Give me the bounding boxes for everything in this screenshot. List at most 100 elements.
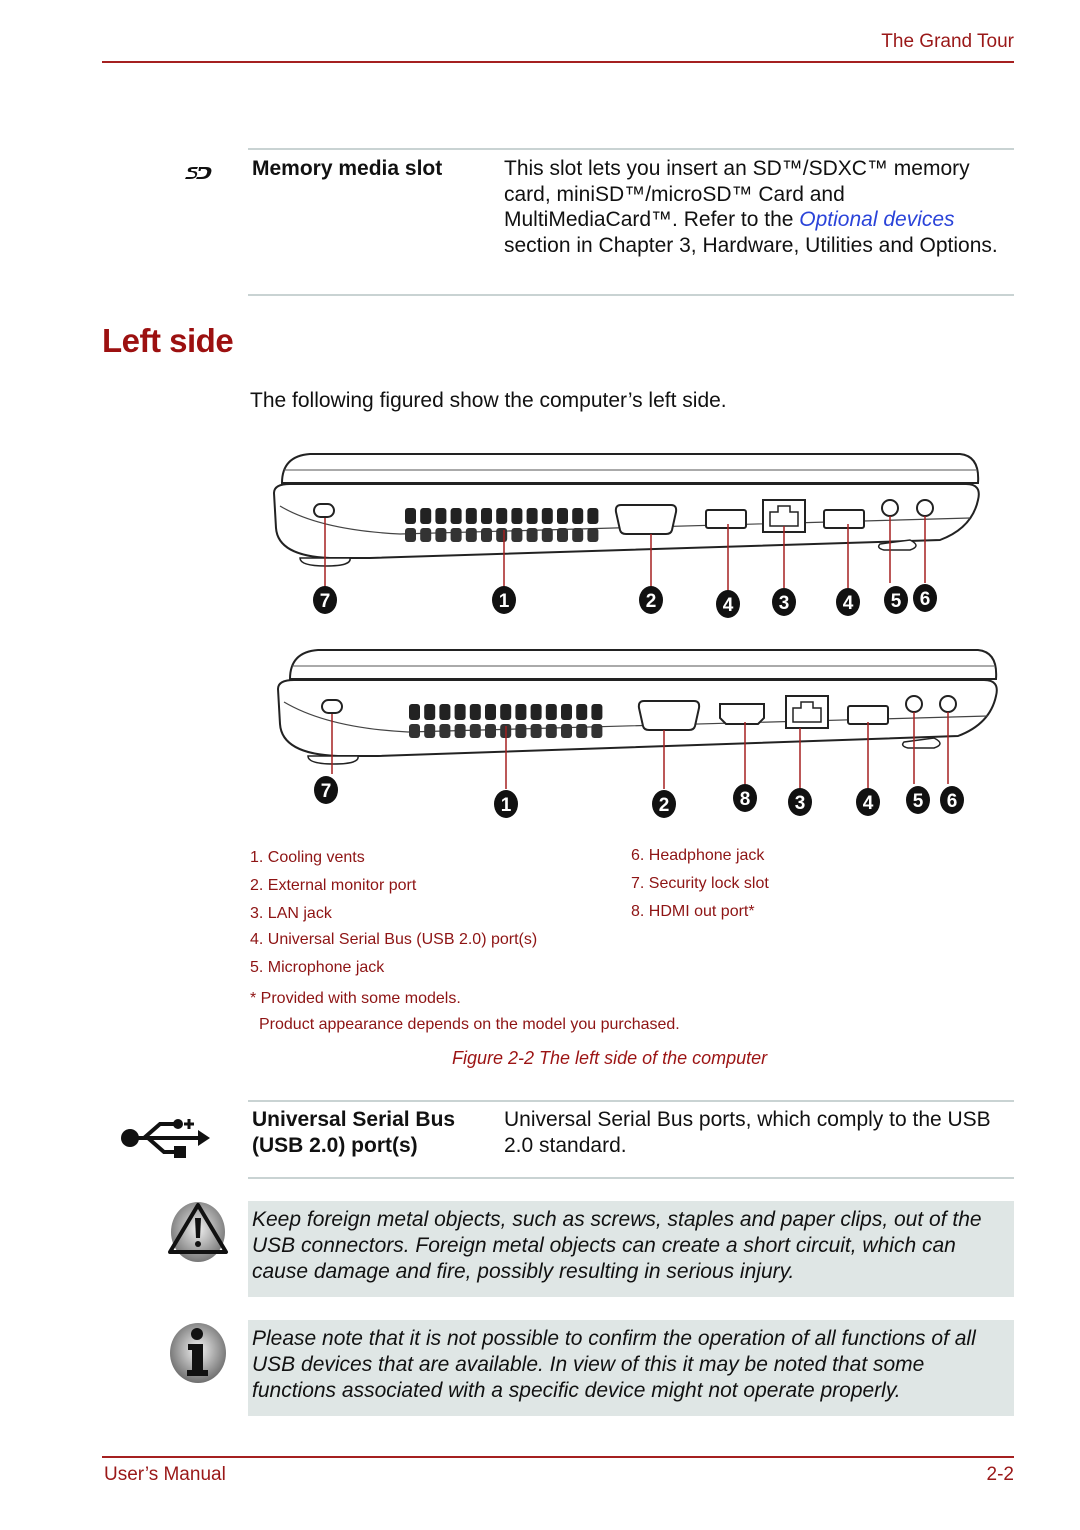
callout-2: 2	[652, 790, 676, 818]
page-number: 2-2	[986, 1464, 1014, 1485]
vent-slot	[511, 528, 523, 542]
laptop-left-side-view-2	[276, 649, 998, 789]
vent-slot	[545, 724, 557, 738]
callout-5: 5	[906, 786, 930, 814]
vent-slot	[435, 528, 447, 542]
memory-slot-description: This slot lets you insert an SD™/SDXC™ m…	[504, 156, 1009, 258]
vent-slot	[530, 724, 542, 738]
vent-slot	[515, 724, 527, 738]
usb-term-line2: (USB 2.0) port(s)	[252, 1134, 418, 1157]
vent-slot	[496, 528, 508, 542]
vent-slot	[424, 724, 436, 738]
callout-number: 5	[913, 791, 924, 812]
callout-6: 6	[940, 786, 964, 814]
legend-item: 4. Universal Serial Bus (USB 2.0) port(s…	[250, 931, 538, 948]
legend-item: 3. LAN jack	[250, 905, 332, 922]
vent-slot	[576, 704, 588, 720]
callout-number: 2	[659, 795, 670, 816]
warning-icon	[166, 1200, 230, 1269]
section-heading: Left side	[102, 322, 234, 359]
callout-number: 3	[779, 593, 790, 614]
vent-slot	[420, 528, 432, 542]
figure-footnote: * Provided with some models.	[250, 990, 461, 1007]
callout-number: 7	[321, 781, 332, 802]
vent-slot	[526, 508, 538, 524]
info-icon	[166, 1322, 230, 1389]
usb-term-line1: Universal Serial Bus	[252, 1108, 456, 1131]
callout-number: 8	[740, 789, 751, 810]
running-header: The Grand Tour	[881, 31, 1014, 52]
vent-slot	[405, 508, 416, 524]
vent-slot	[511, 508, 523, 524]
callout-number: 1	[501, 795, 512, 816]
vent-slot	[561, 724, 572, 738]
vent-slot	[587, 528, 599, 542]
legend-item: 2. External monitor port	[250, 877, 417, 894]
callout-1: 1	[494, 790, 518, 818]
appearance-note: Product appearance depends on the model …	[259, 1016, 680, 1033]
vent-slot	[541, 528, 553, 542]
callout-1: 1	[492, 586, 516, 614]
info-box: Please note that it is not possible to c…	[248, 1320, 1014, 1416]
vent-slot	[572, 508, 584, 524]
vent-slot	[469, 724, 481, 738]
vent-slot	[500, 704, 512, 720]
header-rule	[102, 61, 1014, 63]
legend-item: 5. Microphone jack	[250, 959, 385, 976]
vent-slot	[496, 508, 508, 524]
vent-slot	[424, 704, 436, 720]
vent-slot	[591, 724, 603, 738]
vent-slot	[587, 508, 599, 524]
callout-number: 5	[891, 591, 902, 612]
footer-rule	[102, 1456, 1014, 1458]
callout-4: 4	[716, 590, 740, 618]
vent-slot	[465, 528, 477, 542]
legend-item: 8. HDMI out port*	[631, 903, 755, 920]
vent-slot	[481, 528, 492, 542]
callout-number: 4	[863, 793, 874, 814]
vent-slot	[450, 508, 462, 524]
table-rule-bottom	[248, 294, 1014, 296]
callout-number: 6	[947, 791, 958, 812]
vent-slot	[561, 704, 572, 720]
sd-card-icon	[182, 163, 214, 188]
callout-7: 7	[313, 586, 337, 614]
laptop-left-side-view-1	[272, 453, 980, 591]
callout-number: 4	[843, 593, 854, 614]
callout-number: 4	[723, 595, 734, 616]
vent-slot	[557, 528, 568, 542]
vent-slot	[576, 724, 588, 738]
callout-2: 2	[639, 586, 663, 614]
vent-slot	[469, 704, 481, 720]
legend-item: 6. Headphone jack	[631, 847, 765, 864]
memory-slot-term: Memory media slot	[252, 157, 443, 180]
callout-8: 8	[733, 784, 757, 812]
table-rule-bottom	[248, 1177, 1014, 1179]
legend-left: 1. Cooling vents 2. External monitor por…	[250, 848, 630, 978]
callout-number: 3	[795, 793, 806, 814]
callout-4: 4	[856, 788, 880, 816]
info-text: Please note that it is not possible to c…	[252, 1327, 976, 1402]
warning-text: Keep foreign metal objects, such as scre…	[252, 1208, 982, 1283]
vent-slot	[420, 508, 432, 524]
usb-term: Universal Serial Bus (USB 2.0) port(s)	[252, 1107, 455, 1159]
callout-4: 4	[836, 588, 860, 616]
vent-slot	[557, 508, 568, 524]
vent-slot	[450, 528, 462, 542]
figure-caption: Figure 2-2 The left side of the computer	[452, 1048, 768, 1068]
callout-number: 1	[499, 591, 510, 612]
vent-slot	[545, 704, 557, 720]
table-rule-top	[248, 1100, 1014, 1102]
footer-manual-title: User’s Manual	[104, 1464, 226, 1485]
optional-devices-link[interactable]: Optional devices	[799, 208, 954, 231]
legend-item: 7. Security lock slot	[631, 875, 769, 892]
vent-slot	[515, 704, 527, 720]
vent-slot	[454, 704, 466, 720]
vent-slot	[485, 704, 496, 720]
vent-slot	[481, 508, 492, 524]
vent-slot	[405, 528, 416, 542]
vent-slot	[439, 724, 451, 738]
memory-slot-desc-text-2: section in Chapter 3, Hardware, Utilitie…	[504, 233, 998, 257]
vent-slot	[409, 724, 420, 738]
section-intro: The following figured show the computer’…	[250, 389, 727, 412]
